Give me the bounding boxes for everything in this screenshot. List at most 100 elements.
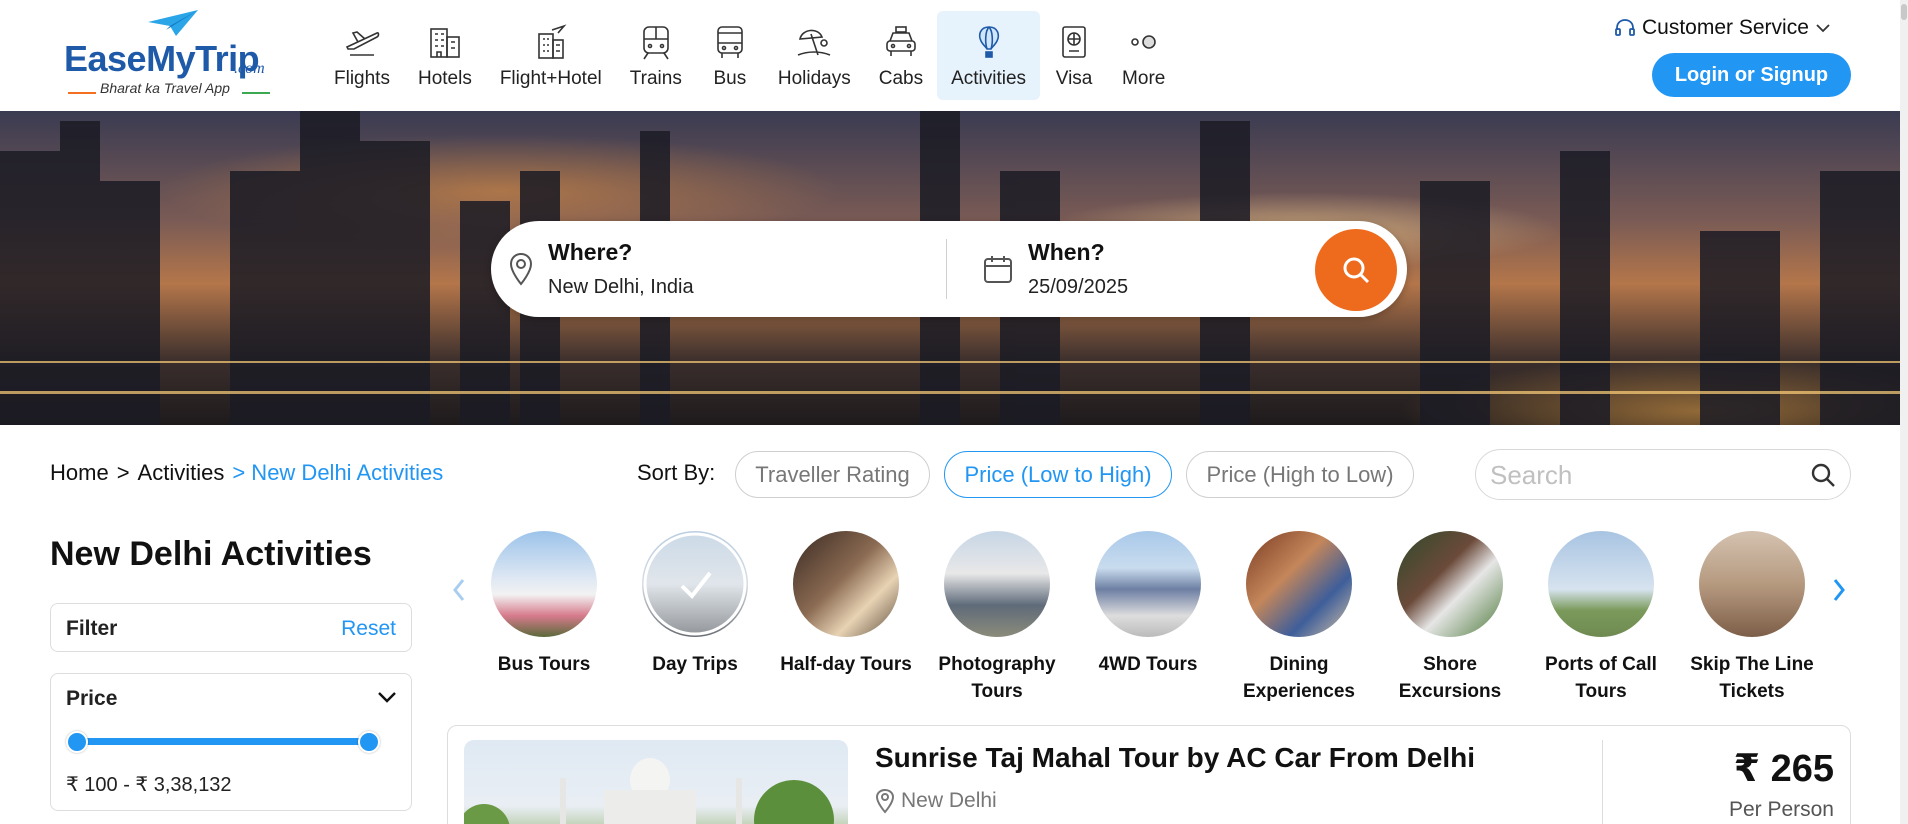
activity-search-input[interactable] xyxy=(1490,458,1790,492)
nav-label-flights: Flights xyxy=(334,68,390,89)
nav-item-flights[interactable]: Flights xyxy=(320,11,404,100)
location-pin-icon xyxy=(875,788,895,814)
price-slider-track[interactable] xyxy=(77,738,377,745)
activity-price: ₹ 265 xyxy=(1733,748,1834,790)
customer-service-label: Customer Service xyxy=(1642,16,1809,39)
category-shore-excursions[interactable]: Shore Excursions xyxy=(1380,531,1520,705)
activity-location: New Delhi xyxy=(875,788,997,814)
category-half-day-tours[interactable]: Half-day Tours xyxy=(776,531,916,678)
where-title: Where? xyxy=(548,239,633,265)
filter-header: Filter Reset xyxy=(50,603,412,652)
card-divider xyxy=(1602,740,1603,824)
breadcrumb-separator: > xyxy=(116,460,130,485)
logo-brand: EaseMyTrip xyxy=(64,38,260,79)
chevron-down-icon[interactable] xyxy=(377,690,397,704)
search-submit-button[interactable] xyxy=(1315,229,1397,311)
nav-item-cabs[interactable]: Cabs xyxy=(865,11,937,100)
where-field[interactable]: Where? New Delhi, India xyxy=(548,239,694,299)
activity-card[interactable]: Sunrise Taj Mahal Tour by AC Car From De… xyxy=(447,725,1851,824)
breadcrumb-activities[interactable]: Activities xyxy=(138,460,225,486)
price-range-value: ₹ 100 - ₹ 3,38,132 xyxy=(66,774,232,796)
category-label: Photography Tours xyxy=(938,654,1056,702)
nav-item-holidays[interactable]: Holidays xyxy=(764,11,865,100)
sort-price-low-high[interactable]: Price (Low to High) xyxy=(944,451,1172,498)
nav-item-hotels[interactable]: Hotels xyxy=(404,11,486,100)
nav-label-holidays: Holidays xyxy=(777,68,851,89)
carousel-next-arrow[interactable] xyxy=(1827,578,1851,602)
location-pin-icon xyxy=(509,252,533,286)
login-signup-button[interactable]: Login or Signup xyxy=(1652,53,1851,97)
nav-label-activities: Activities xyxy=(951,68,1027,89)
nav-label-visa: Visa xyxy=(1055,68,1093,89)
category-label: Bus Tours xyxy=(497,654,591,675)
category-image xyxy=(1095,531,1201,637)
bus-icon xyxy=(710,22,750,62)
nav-item-more[interactable]: More xyxy=(1108,11,1179,100)
nav-item-activities[interactable]: Activities xyxy=(937,11,1041,100)
breadcrumb-current: > New Delhi Activities xyxy=(232,460,444,485)
more-dots-icon xyxy=(1124,22,1164,62)
category-bus-tours[interactable]: Bus Tours xyxy=(474,531,614,678)
when-value: 25/09/2025 xyxy=(1028,276,1129,298)
when-field[interactable]: When? 25/09/2025 xyxy=(1028,239,1128,299)
category-skip-the-line-tickets[interactable]: Skip The Line Tickets xyxy=(1682,531,1822,705)
flight-hotel-icon xyxy=(531,22,571,62)
chevron-left-icon xyxy=(453,579,465,601)
sort-traveller-rating[interactable]: Traveller Rating xyxy=(735,451,930,498)
scrollbar-thumb[interactable] xyxy=(1901,4,1907,20)
nav-label-more: More xyxy=(1122,68,1166,89)
category-photography-tours[interactable]: Photography Tours xyxy=(927,531,1067,705)
nav-label-bus: Bus xyxy=(713,68,747,89)
price-per-person-label: Per Person xyxy=(1728,798,1834,821)
category-image xyxy=(1699,531,1805,637)
car-icon xyxy=(881,22,921,62)
page-title: New Delhi Activities xyxy=(50,535,372,573)
category-label: Shore Excursions xyxy=(1398,654,1502,702)
nav-label-hotels: Hotels xyxy=(417,68,472,89)
category-image xyxy=(793,531,899,637)
sort-price-high-low[interactable]: Price (High to Low) xyxy=(1186,451,1414,498)
customer-service-menu[interactable]: Customer Service xyxy=(1614,16,1831,40)
activity-search-box xyxy=(1475,449,1851,500)
category-day-trips[interactable]: Day Trips xyxy=(625,531,765,678)
nav-item-visa[interactable]: Visa xyxy=(1040,11,1108,100)
chevron-right-icon xyxy=(1833,579,1845,601)
nav-label-trains: Trains xyxy=(629,68,682,89)
headset-icon xyxy=(1615,19,1635,36)
category-ports-of-call-tours[interactable]: Ports of Call Tours xyxy=(1531,531,1671,705)
search-divider xyxy=(946,239,947,299)
carousel-prev-arrow[interactable] xyxy=(447,578,471,602)
price-slider-max-handle[interactable] xyxy=(358,731,380,753)
easemytrip-logo[interactable]: EaseMyTrip .com Bharat ka Travel App xyxy=(64,8,276,100)
hot-air-balloon-icon xyxy=(969,22,1009,62)
where-value: New Delhi, India xyxy=(548,276,694,298)
search-icon[interactable] xyxy=(1810,462,1836,488)
sort-by-label: Sort By: xyxy=(637,460,716,485)
filter-label: Filter xyxy=(66,617,118,640)
category-image xyxy=(1246,531,1352,637)
category-image xyxy=(642,531,748,637)
taj-mahal-illustration xyxy=(464,758,834,824)
category-dining-experiences[interactable]: Dining Experiences xyxy=(1229,531,1369,705)
activity-title[interactable]: Sunrise Taj Mahal Tour by AC Car From De… xyxy=(875,742,1475,774)
logo-line-left xyxy=(68,92,96,94)
activity-image[interactable] xyxy=(464,740,848,824)
passport-icon xyxy=(1054,22,1094,62)
nav-item-flight-hotel[interactable]: Flight+Hotel xyxy=(486,11,616,100)
category-label: Day Trips xyxy=(652,654,738,675)
top-header: EaseMyTrip .com Bharat ka Travel App Fli… xyxy=(0,0,1900,110)
nav-item-trains[interactable]: Trains xyxy=(616,11,696,100)
building-icon xyxy=(425,22,465,62)
activity-location-text: New Delhi xyxy=(901,789,997,812)
nav-item-bus[interactable]: Bus xyxy=(696,11,764,100)
reset-filter-link[interactable]: Reset xyxy=(341,617,396,641)
logo-suffix: .com xyxy=(234,60,265,77)
beach-umbrella-icon xyxy=(794,22,834,62)
price-slider-min-handle[interactable] xyxy=(66,731,88,753)
category-image xyxy=(1397,531,1503,637)
page-scrollbar[interactable] xyxy=(1900,0,1908,824)
category-4wd-tours[interactable]: 4WD Tours xyxy=(1078,531,1218,678)
category-label: Half-day Tours xyxy=(780,654,912,675)
price-filter-label: Price xyxy=(66,687,118,710)
breadcrumb-home[interactable]: Home xyxy=(50,460,109,486)
